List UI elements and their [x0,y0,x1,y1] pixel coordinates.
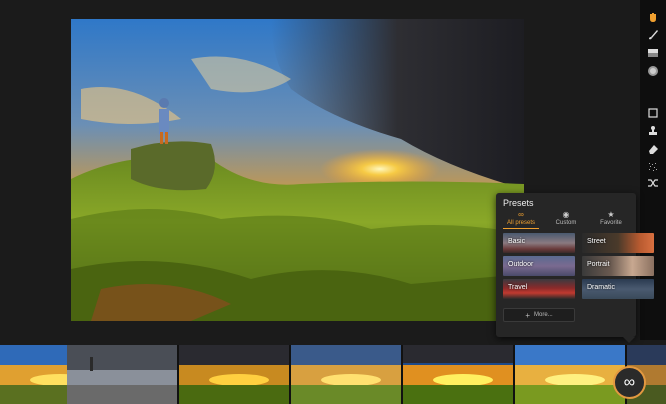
presets-title: Presets [503,198,534,208]
preset-street[interactable]: Street [582,233,654,253]
presets-panel: Presets ∞ All presets ◉ Custom ★ Favorit… [496,193,654,343]
stamp-icon[interactable] [644,122,662,140]
radial-filter-icon[interactable] [644,62,662,80]
preset-label: Portrait [587,261,610,268]
brush-icon[interactable] [644,26,662,44]
shuffle-icon[interactable] [644,174,662,192]
preset-outdoor[interactable]: Outdoor [503,256,575,276]
tab-label: All presets [506,220,535,226]
preset-label: Travel [508,284,528,291]
infinity-icon: ∞ [623,373,636,391]
tab-all-presets[interactable]: ∞ All presets [499,210,543,226]
filmstrip-thumb[interactable] [67,345,177,404]
plus-icon: + [525,310,530,320]
filmstrip-thumb[interactable] [403,345,513,404]
filmstrip [0,345,666,404]
eraser-icon[interactable] [644,140,662,158]
preset-label: Street [587,238,606,245]
main-photo[interactable] [71,19,524,321]
tab-favorite[interactable]: ★ Favorite [589,210,633,226]
preset-label: Dramatic [587,284,616,291]
filmstrip-thumb[interactable] [179,345,289,404]
filmstrip-thumb[interactable] [515,345,625,404]
filmstrip-thumb[interactable] [291,345,401,404]
preset-label: Basic [508,238,526,245]
preset-travel[interactable]: Travel [503,279,575,299]
tab-label: Custom [555,220,577,226]
active-tab-indicator [503,228,539,229]
star-icon: ★ [607,210,615,219]
presets-toggle-button[interactable]: ∞ [613,366,646,399]
tab-custom[interactable]: ◉ Custom [544,210,588,226]
hand-icon[interactable] [644,8,662,26]
tab-label: Favorite [600,220,622,226]
preset-dramatic[interactable]: Dramatic [582,279,654,299]
user-icon: ◉ [562,210,570,219]
crop-icon[interactable] [644,104,662,122]
preset-basic[interactable]: Basic [503,233,575,253]
infinity-icon: ∞ [518,210,524,219]
preset-label: Outdoor [508,261,534,268]
gradient-filter-icon[interactable] [644,44,662,62]
more-presets-button[interactable]: + More... [503,308,575,322]
more-label: More... [534,312,553,318]
preset-portrait[interactable]: Portrait [582,256,654,276]
